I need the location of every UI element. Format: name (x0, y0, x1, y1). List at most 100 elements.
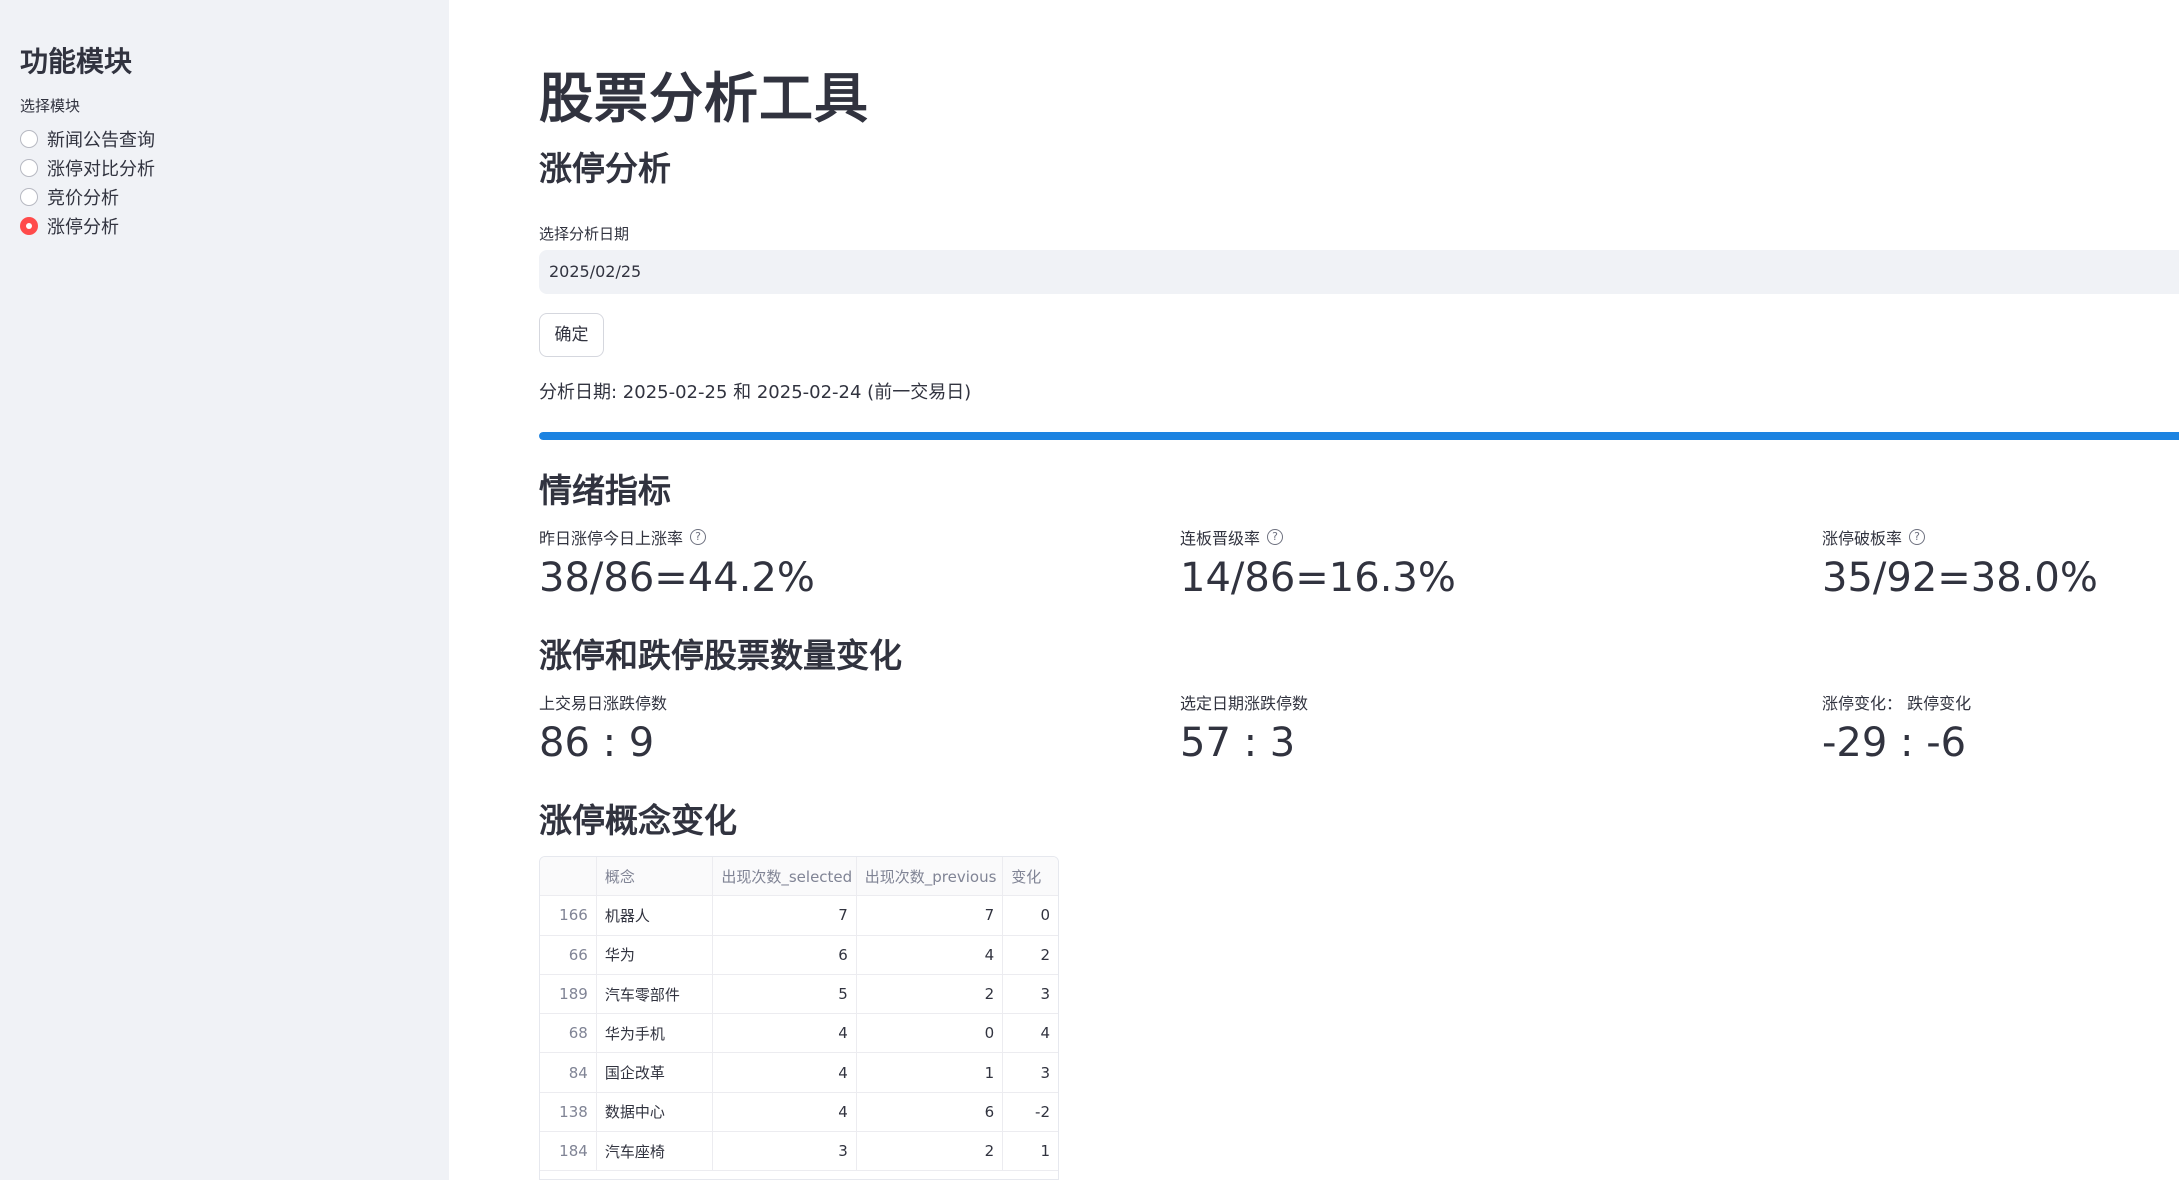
cell-count-selected[interactable]: 4 (713, 1092, 857, 1132)
radio-option-limitup-analysis[interactable]: 涨停分析 (20, 211, 155, 240)
cell-change[interactable]: 2 (1003, 936, 1058, 974)
table-row[interactable]: 166 机器人 7 7 0 (540, 896, 1058, 936)
cell-count-selected[interactable]: 3 (713, 1132, 857, 1171)
radio-option-label: 涨停分析 (47, 216, 119, 238)
cell-index[interactable]: 84 (540, 1053, 597, 1092)
cell-count-previous[interactable]: 1 (857, 1053, 1004, 1092)
radio-option-label: 涨停对比分析 (47, 158, 155, 180)
cell-index[interactable]: 68 (540, 1014, 597, 1053)
module-radio-label: 选择模块 (20, 97, 81, 115)
cell-index[interactable]: 166 (540, 896, 597, 935)
metric-yesterday-limitup-rise: 昨日涨停今日上涨率 ? 38/86=44.2% (539, 527, 815, 601)
column-header-previous[interactable]: 出现次数_previous (856, 857, 1004, 896)
table-row[interactable]: 184 汽车座椅 3 2 1 (540, 1132, 1058, 1172)
metric-value: 38/86=44.2% (539, 555, 815, 601)
cell-change[interactable]: -2 (1003, 1093, 1058, 1131)
section-title-counts: 涨停和跌停股票数量变化 (539, 636, 902, 675)
sidebar-title: 功能模块 (20, 45, 133, 78)
cell-count-previous[interactable]: 6 (857, 1092, 1004, 1132)
table-row[interactable]: 66 华为 6 4 2 (540, 935, 1058, 975)
table-row[interactable]: 84 国企改革 4 1 3 (540, 1053, 1058, 1093)
module-radio-group: 新闻公告查询 涨停对比分析 竞价分析 涨停分析 (20, 124, 155, 240)
radio-circle[interactable] (20, 158, 38, 177)
radio-option-auction[interactable]: 竞价分析 (20, 182, 155, 211)
cell-change[interactable]: 0 (1003, 896, 1058, 934)
metric-label: 连板晋级率 (1180, 529, 1261, 548)
progress-bar (539, 432, 2179, 440)
section-title-concepts: 涨停概念变化 (539, 801, 737, 840)
metric-label: 涨停破板率 (1822, 529, 1903, 548)
main-content: 股票分析工具 涨停分析 选择分析日期 2025/02/25 确定 分析日期: 2… (449, 0, 2179, 1180)
table-row[interactable]: 189 汽车零部件 5 2 3 (540, 974, 1058, 1015)
cell-concept[interactable]: 华为 (597, 935, 714, 974)
section-title-limitup: 涨停分析 (539, 149, 671, 188)
cell-index[interactable]: 189 (540, 974, 597, 1014)
radio-option-news[interactable]: 新闻公告查询 (20, 124, 155, 153)
date-input[interactable]: 2025/02/25 (539, 250, 2179, 294)
metric-label: 选定日期涨跌停数 (1180, 694, 1309, 713)
cell-concept[interactable]: 数据中心 (597, 1092, 714, 1132)
metric-selected-day-counts: 选定日期涨跌停数 57 : 3 (1180, 692, 1308, 766)
metric-consecutive-promotion: 连板晋级率 ? 14/86=16.3% (1180, 527, 1456, 601)
cell-index[interactable]: 184 (540, 1132, 597, 1171)
table-row[interactable]: 68 华为手机 4 0 4 (540, 1014, 1058, 1054)
section-title-sentiment: 情绪指标 (539, 471, 671, 510)
cell-count-selected[interactable]: 5 (713, 974, 857, 1014)
radio-option-label: 竞价分析 (47, 187, 119, 209)
confirm-button[interactable]: 确定 (539, 313, 604, 357)
metric-label: 昨日涨停今日上涨率 (539, 529, 684, 548)
metric-value: -29 : -6 (1822, 720, 1967, 766)
table-body: 166 机器人 7 7 0 66 华为 6 4 2 189 汽车零部件 5 2 3 68 华为手机 4 0 4 84 国企… (540, 896, 1058, 1172)
cell-count-previous[interactable]: 7 (857, 896, 1004, 935)
cell-concept[interactable]: 华为手机 (597, 1014, 714, 1053)
column-header-selected[interactable]: 出现次数_selected (713, 857, 857, 896)
question-circle-icon[interactable]: ? (1267, 529, 1284, 545)
cell-index[interactable]: 138 (540, 1092, 597, 1132)
cell-change[interactable]: 3 (1003, 975, 1058, 1013)
cell-count-selected[interactable]: 4 (713, 1053, 857, 1092)
cell-change[interactable]: 4 (1003, 1014, 1058, 1052)
metric-label: 涨停变化： 跌停变化 (1822, 694, 1972, 713)
radio-option-label: 新闻公告查询 (47, 129, 155, 151)
cell-count-previous[interactable]: 4 (857, 935, 1004, 974)
radio-circle[interactable] (20, 129, 38, 148)
cell-count-selected[interactable]: 6 (713, 935, 857, 974)
question-circle-icon[interactable]: ? (690, 529, 707, 545)
table-header-row: 概念 出现次数_selected 出现次数_previous 变化 (540, 857, 1058, 897)
analysis-date-info: 分析日期: 2025-02-25 和 2025-02-24 (前一交易日) (539, 382, 972, 403)
radio-option-limitup-compare[interactable]: 涨停对比分析 (20, 153, 155, 182)
cell-concept[interactable]: 汽车座椅 (597, 1132, 714, 1171)
app-root: 功能模块 选择模块 新闻公告查询 涨停对比分析 竞价分析 涨停分析 股票分析工具… (0, 0, 2179, 1180)
metric-count-change: 涨停变化： 跌停变化 -29 : -6 (1822, 692, 1971, 766)
cell-count-selected[interactable]: 7 (713, 896, 857, 935)
metric-value: 35/92=38.0% (1822, 555, 2098, 601)
cell-concept[interactable]: 机器人 (597, 896, 714, 935)
radio-circle[interactable] (20, 187, 38, 206)
cell-change[interactable]: 1 (1003, 1132, 1058, 1170)
cell-index[interactable]: 66 (540, 935, 597, 974)
progress-fill (539, 432, 2179, 440)
metric-value: 57 : 3 (1180, 720, 1296, 766)
sidebar: 功能模块 选择模块 新闻公告查询 涨停对比分析 竞价分析 涨停分析 (0, 0, 449, 1180)
cell-concept[interactable]: 汽车零部件 (597, 974, 714, 1014)
table-row[interactable]: 138 数据中心 4 6 -2 (540, 1092, 1058, 1133)
cell-count-previous[interactable]: 2 (857, 1132, 1004, 1171)
metric-previous-day-counts: 上交易日涨跌停数 86 : 9 (539, 692, 667, 766)
question-circle-icon[interactable]: ? (1909, 529, 1926, 545)
cell-concept[interactable]: 国企改革 (597, 1053, 714, 1092)
metric-limitup-break: 涨停破板率 ? 35/92=38.0% (1822, 527, 2098, 601)
cell-count-previous[interactable]: 0 (857, 1014, 1004, 1053)
radio-circle-selected[interactable] (20, 216, 38, 235)
metric-label: 上交易日涨跌停数 (539, 694, 668, 713)
metric-value: 14/86=16.3% (1180, 555, 1456, 601)
cell-count-previous[interactable]: 2 (857, 974, 1004, 1014)
column-header-change[interactable]: 变化 (1003, 857, 1058, 896)
concept-table[interactable]: 概念 出现次数_selected 出现次数_previous 变化 166 机器人… (539, 856, 1059, 1180)
cell-change[interactable]: 3 (1003, 1053, 1058, 1091)
column-header-index[interactable] (540, 857, 597, 896)
metric-value: 86 : 9 (539, 720, 655, 766)
date-field-label: 选择分析日期 (539, 225, 630, 243)
column-header-concept[interactable]: 概念 (596, 857, 714, 896)
page-title: 股票分析工具 (539, 67, 869, 130)
cell-count-selected[interactable]: 4 (713, 1014, 857, 1053)
